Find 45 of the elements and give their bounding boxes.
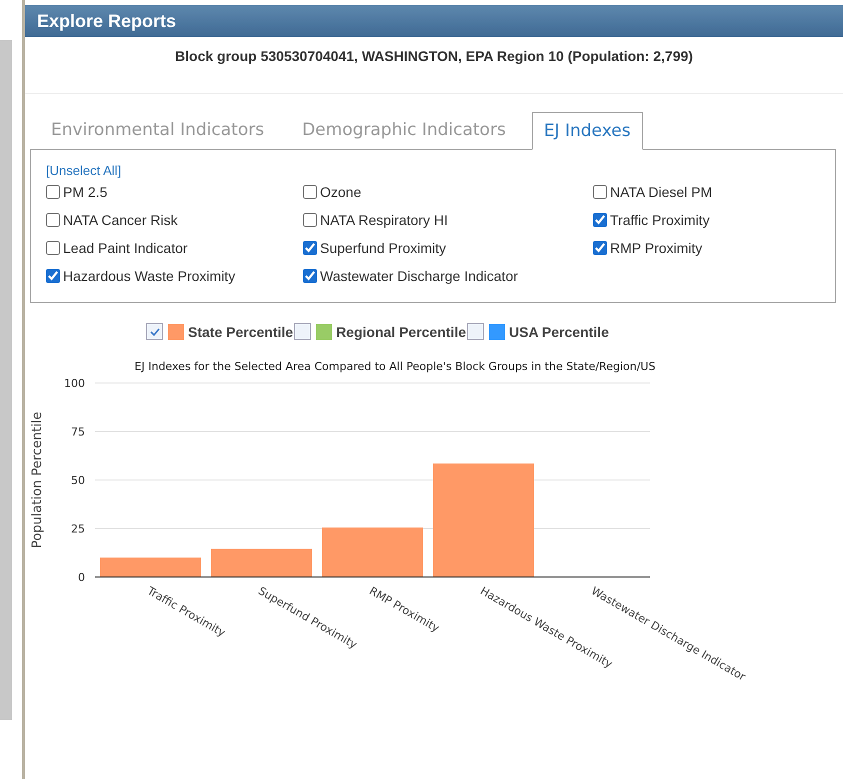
scrollbar[interactable] (0, 40, 12, 720)
checkbox[interactable] (46, 269, 60, 283)
tab[interactable]: Environmental Indicators (39, 112, 276, 149)
location-heading: Block group 530530704041, WASHINGTON, EPA Region 10 (Population: 2,799) (25, 37, 843, 94)
checkbox[interactable] (593, 185, 607, 199)
y-tick-label: 50 (71, 474, 85, 487)
y-tick-label: 0 (78, 571, 85, 584)
legend-label: Regional Percentile (336, 324, 466, 340)
legend-checkbox[interactable] (467, 323, 484, 340)
checkbox-label: Traffic Proximity (610, 212, 710, 228)
checkbox[interactable] (303, 213, 317, 227)
y-tick-label: 25 (71, 522, 85, 536)
bracket: ] (118, 163, 122, 178)
checkbox[interactable] (303, 185, 317, 199)
checkbox[interactable] (593, 213, 607, 227)
checkbox-label: Wastewater Discharge Indicator (320, 268, 518, 284)
checkbox[interactable] (46, 241, 60, 255)
bracket: [ (46, 163, 50, 178)
unselect-all-link[interactable]: Unselect All (50, 163, 118, 178)
legend-checkbox[interactable] (294, 323, 312, 340)
tab[interactable]: Demographic Indicators (290, 112, 518, 149)
check-icon (148, 326, 160, 338)
checkbox-label: NATA Respiratory HI (320, 212, 448, 228)
checkbox[interactable] (303, 241, 317, 255)
checkbox-label: Superfund Proximity (320, 240, 446, 256)
checkbox[interactable] (593, 241, 607, 255)
checkbox-label: RMP Proximity (610, 240, 702, 256)
checkbox[interactable] (303, 269, 317, 283)
checkbox-label: Ozone (320, 184, 362, 200)
checkbox-label: Lead Paint Indicator (63, 240, 188, 256)
chart-title: EJ Indexes for the Selected Area Compared to All People's Block Groups in the State/Region/US (134, 360, 656, 373)
checkbox-label: NATA Diesel PM (610, 184, 712, 200)
checkbox[interactable] (46, 185, 60, 199)
y-tick-label: 100 (64, 377, 85, 390)
legend-label: USA Percentile (509, 324, 609, 340)
y-tick-label: 75 (71, 426, 85, 438)
y-axis-label: Population Percentile (30, 412, 45, 548)
checkbox-label: PM 2.5 (63, 184, 108, 200)
legend-label: State Percentile (188, 324, 294, 340)
legend-checkbox[interactable] (146, 323, 163, 340)
checkbox-label: NATA Cancer Risk (63, 212, 178, 228)
tab[interactable]: EJ Indexes (532, 112, 643, 150)
checkbox-label: Hazardous Waste Proximity (63, 268, 236, 284)
window-title: Explore Reports (37, 10, 176, 32)
checkbox[interactable] (46, 213, 60, 227)
